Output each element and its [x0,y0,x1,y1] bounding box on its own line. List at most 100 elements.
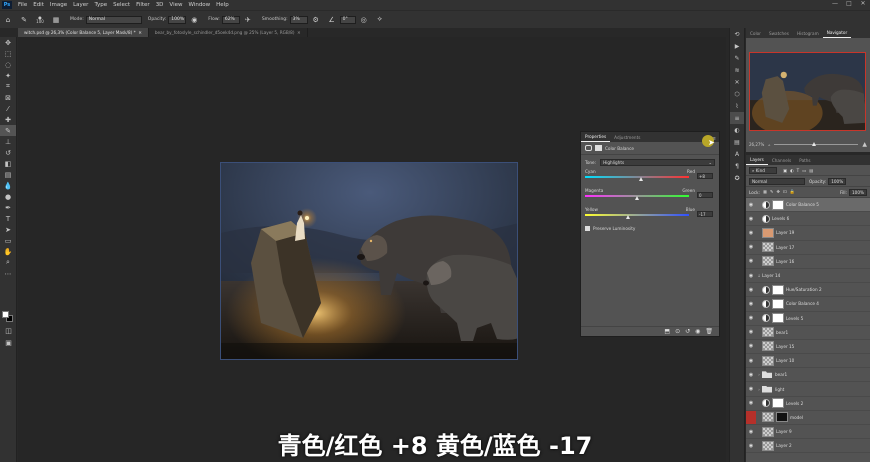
tab-witch[interactable]: witch.psd @ 26,3% (Color Balance 5, Laye… [18,28,149,37]
layer-row[interactable]: ◉ Levels 2 [746,397,870,411]
navigator-thumbnail[interactable] [749,52,866,131]
layer-mask-thumbnail[interactable] [772,398,784,409]
maximize-button[interactable]: □ [842,0,856,7]
layer-row[interactable]: ◉ Levels 5 [746,312,870,326]
layer-row[interactable]: ◉ Layer 19 [746,226,870,241]
yellow-blue-slider[interactable]: Yellow Blue -17 [581,206,719,223]
view-previous-icon[interactable]: ⊙ [675,328,680,335]
tab-swatches[interactable]: Swatches [765,31,793,38]
smoothing-settings-icon[interactable]: ⚙ [311,15,321,25]
layer-mask-thumbnail[interactable] [776,412,788,423]
layer-row[interactable]: ◉ › light [746,382,870,397]
marquee-tool-icon[interactable]: ⬚ [0,48,16,59]
yellow-blue-value[interactable]: -17 [697,211,713,217]
menu-image[interactable]: Image [47,2,70,8]
layer-name[interactable]: Layer 17 [776,245,794,250]
tab-navigator[interactable]: Navigator [822,30,852,38]
visibility-eye-icon[interactable]: ◉ [746,287,756,293]
menu-type[interactable]: Type [91,2,110,8]
visibility-eye-icon[interactable]: ◉ [746,273,756,279]
layer-row[interactable]: ◉ Levels 6 [746,212,870,227]
opacity-field[interactable]: 100% [168,15,187,24]
zoom-tool-icon[interactable]: ⌕ [0,257,16,268]
layer-row[interactable]: ◉ Layer 16 [746,255,870,269]
libraries-icon[interactable]: ▤ [730,136,744,148]
smoothing-field[interactable]: 3% [289,15,308,24]
layer-name[interactable]: Layer 16 [776,259,794,264]
blend-mode-select[interactable]: Normal [749,177,805,185]
magenta-green-value[interactable]: 0 [697,192,713,198]
layer-row[interactable]: ◉ Hue/Saturation 2 [746,283,870,298]
visibility-eye-icon[interactable] [746,410,756,424]
history-brush-icon[interactable]: ↺ [0,147,16,158]
shape-tool-icon[interactable]: ▭ [0,235,16,246]
layer-row[interactable]: ◉ Color Balance 4 [746,297,870,312]
menu-window[interactable]: Window [185,2,213,8]
visibility-eye-icon[interactable]: ◉ [746,301,756,307]
quick-select-tool-icon[interactable]: ✦ [0,70,16,81]
tab-paths[interactable]: Paths [795,158,814,165]
layer-thumbnail[interactable] [762,256,774,267]
layer-mask-thumbnail[interactable] [772,298,784,309]
blur-tool-icon[interactable]: 💧 [0,180,16,191]
brushes-icon[interactable]: ✎ [730,52,744,64]
layer-row[interactable]: ◉ ↓ Layer 14 [746,269,870,284]
visibility-eye-icon[interactable]: ◉ [746,202,756,208]
visibility-icon[interactable]: ◉ [695,328,700,335]
layer-name[interactable]: Levels 2 [786,401,803,406]
menu-select[interactable]: Select [110,2,133,8]
layer-thumbnail[interactable] [762,227,774,238]
visibility-eye-icon[interactable]: ◉ [746,400,756,406]
hand-tool-icon[interactable]: ✋ [0,246,16,257]
tab-channels[interactable]: Channels [768,158,795,165]
reset-icon[interactable]: ↺ [685,328,690,335]
layer-name[interactable]: light [775,387,784,392]
mode-select[interactable]: Normal [85,15,142,24]
brush-tool-icon[interactable]: ✎ [19,15,29,25]
layer-name[interactable]: Layer 10 [776,358,794,363]
crop-tool-icon[interactable]: ⌗ [0,81,16,92]
yellow-blue-knob[interactable] [625,215,630,219]
visibility-eye-icon[interactable]: ◉ [746,372,756,378]
more-tools-icon[interactable]: ⋯ [0,268,16,279]
layer-name[interactable]: Layer 15 [776,344,794,349]
visibility-eye-icon[interactable]: ◉ [746,343,756,349]
menu-filter[interactable]: Filter [133,2,153,8]
glyphs-icon[interactable]: ✪ [730,172,744,184]
layer-name[interactable]: bear1 [776,330,788,335]
gradient-tool-icon[interactable]: ▤ [0,169,16,180]
paragraph-icon[interactable]: ¶ [730,160,744,172]
tone-select[interactable]: Highlights ⌄ [600,159,715,166]
zoom-knob[interactable] [812,141,817,146]
mask-icon[interactable] [595,145,602,151]
airbrush-icon[interactable]: ✈ [243,15,253,25]
clip-to-layer-icon[interactable]: ⬒ [664,328,670,335]
zoom-value[interactable]: 26,27% [749,142,764,147]
stamp-tool-icon[interactable]: ⊥ [0,136,16,147]
adjustments-icon[interactable]: ◐ [730,124,744,136]
flow-field[interactable]: 62% [221,15,240,24]
frame-tool-icon[interactable]: ⊠ [0,92,16,103]
tool-presets-icon[interactable]: ✕ [730,76,744,88]
brush-tool-icon[interactable]: ✎ [0,125,16,136]
pressure-opacity-icon[interactable]: ◉ [189,15,199,25]
lock-icons[interactable]: ▦✎✥⊡🔒 [763,189,798,195]
brush-preset-icon[interactable]: ● 100 [35,15,45,25]
layer-thumbnail[interactable] [762,412,774,423]
visibility-eye-icon[interactable]: ◉ [746,258,756,264]
magenta-green-slider[interactable]: Magenta Green 0 [581,187,719,204]
foreground-color-swatch[interactable] [2,311,9,318]
path-select-icon[interactable]: ➤ [0,224,16,235]
close-button[interactable]: ✕ [856,0,870,7]
visibility-eye-icon[interactable]: ◉ [746,216,756,222]
layer-thumbnail[interactable] [762,341,774,352]
document-canvas[interactable] [220,162,518,360]
layer-row[interactable]: ◉ bear1 [746,326,870,340]
delete-icon[interactable]: 🗑 [705,328,713,335]
layer-mask-thumbnail[interactable] [772,199,784,210]
symmetry-icon[interactable]: ⟡ [375,15,385,25]
filter-icons[interactable]: ▣◐T▭▤ [783,168,816,173]
angle-field[interactable]: 0° [339,15,356,24]
layer-thumbnail[interactable] [762,327,774,338]
brush-settings-icon[interactable]: ≋ [730,64,744,76]
